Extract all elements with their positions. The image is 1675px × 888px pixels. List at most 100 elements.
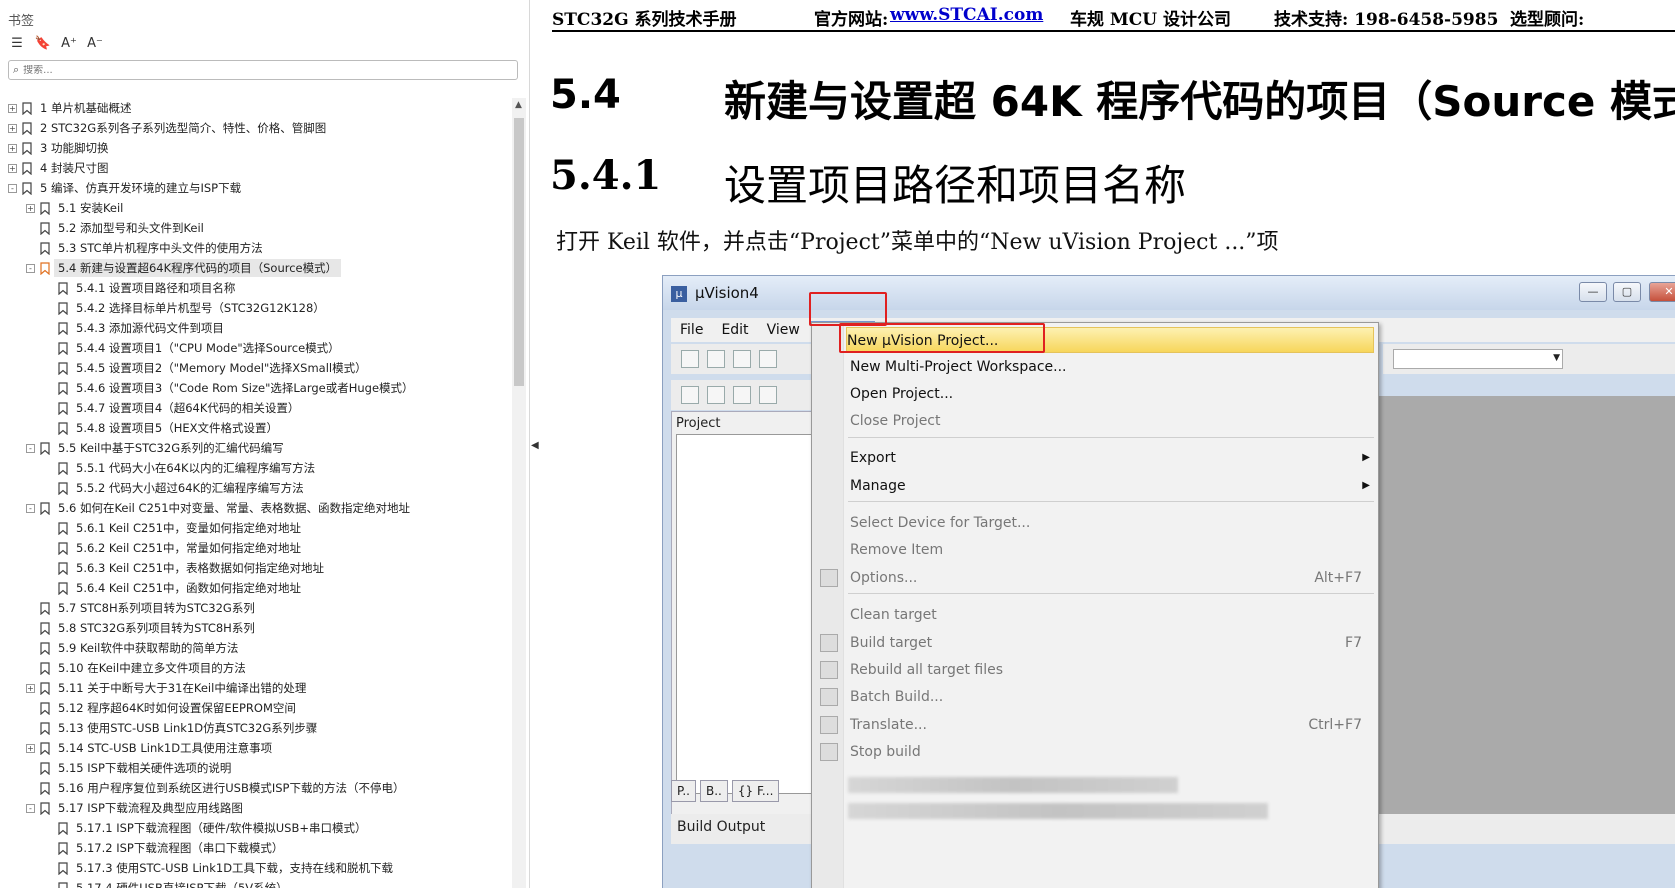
menu-item-stop-build[interactable]: Stop build	[850, 739, 1378, 765]
translate-icon[interactable]	[681, 386, 699, 404]
bookmark-item[interactable]: +5.14 STC-USB Link1D工具使用注意事项	[0, 738, 510, 758]
bookmark-item[interactable]: 5.5.1 代码大小在64K以内的汇编程序编写方法	[0, 458, 510, 478]
collapse-sidebar-icon[interactable]: ◀	[531, 440, 539, 451]
bookmark-item[interactable]: 5.16 用户程序复位到系统区进行USB模式ISP下载的方法（不停电）	[0, 778, 510, 798]
expand-icon[interactable]: +	[8, 143, 17, 153]
bookmark-item[interactable]: 5.4.2 选择目标单片机型号（STC32G12K128）	[0, 298, 510, 318]
bookmark-item[interactable]: 5.4.7 设置项目4（超64K代码的相关设置）	[0, 398, 510, 418]
menu-item-build-target[interactable]: Build target F7	[850, 630, 1378, 656]
bookmark-item[interactable]: +1 单片机基础概述	[0, 98, 510, 118]
bookmark-item[interactable]: 5.4.6 设置项目3（"Code Rom Size"选择Large或者Huge…	[0, 378, 510, 398]
menu-item-translate[interactable]: Translate... Ctrl+F7	[850, 712, 1378, 738]
bookmark-item[interactable]: +2 STC32G系列各子系列选型简介、特性、价格、管脚图	[0, 118, 510, 138]
new-file-icon[interactable]	[681, 350, 699, 368]
target-dropdown[interactable]: ▼	[1393, 349, 1563, 369]
bookmark-item[interactable]: 5.4.4 设置项目1（"CPU Mode"选择Source模式）	[0, 338, 510, 358]
bookmark-search[interactable]: ⌕	[8, 60, 518, 80]
collapse-icon[interactable]: -	[26, 803, 35, 813]
bookmark-item[interactable]: - 5.5 Keil中基于STC32G系列的汇编代码编写	[0, 438, 510, 458]
menu-item-close-project[interactable]: Close Project	[850, 408, 1378, 434]
bookmark-item[interactable]: 5.4.8 设置项目5（HEX文件格式设置）	[0, 418, 510, 438]
bookmark-item[interactable]: 5.7 STC8H系列项目转为STC32G系列	[0, 598, 510, 618]
menu-item-remove-item[interactable]: Remove Item	[850, 537, 1378, 563]
build-icon[interactable]	[707, 386, 725, 404]
bookmark-item[interactable]: - 5.4 新建与设置超64K程序代码的项目（Source模式）	[0, 258, 510, 278]
bookmark-item[interactable]: 5.17.1 ISP下载流程图（硬件/软件模拟USB+串口模式）	[0, 818, 510, 838]
font-decrease-icon[interactable]: A⁻	[86, 34, 104, 52]
bookmark-item[interactable]: 5.4.3 添加源代码文件到项目	[0, 318, 510, 338]
bookmark-item[interactable]: 5.6.1 Keil C251中，变量如何指定绝对地址	[0, 518, 510, 538]
tab-books[interactable]: B..	[700, 780, 728, 802]
bookmark-item[interactable]: +5.1 安装Keil	[0, 198, 510, 218]
save-icon[interactable]	[733, 350, 751, 368]
bookmark-item[interactable]: 5.17.4 硬件USB直接ISP下载（5V系统）	[0, 878, 510, 888]
bookmark-item[interactable]: 5.6.4 Keil C251中，函数如何指定绝对地址	[0, 578, 510, 598]
intro-paragraph: 打开 Keil 软件，并点击“Project”菜单中的“New uVision …	[556, 230, 1279, 255]
collapse-icon[interactable]: -	[26, 443, 35, 453]
expand-icon[interactable]: +	[8, 103, 17, 113]
close-icon[interactable]: ✕	[1649, 282, 1675, 302]
sidebar-scrollbar[interactable]: ▲	[512, 98, 526, 888]
bookmark-label: 5.5 Keil中基于STC32G系列的汇编代码编写	[58, 441, 284, 455]
bookmark-item[interactable]: 5.6.2 Keil C251中，常量如何指定绝对地址	[0, 538, 510, 558]
tab-project[interactable]: P..	[671, 780, 696, 802]
collapse-icon[interactable]: -	[26, 263, 35, 273]
collapse-icon[interactable]: -	[26, 503, 35, 513]
menu-item-batch-build[interactable]: Batch Build...	[850, 684, 1378, 710]
menu-item-select-device-for-target[interactable]: Select Device for Target...	[850, 510, 1378, 536]
rebuild-icon[interactable]	[733, 386, 751, 404]
collapse-icon[interactable]: -	[8, 183, 17, 193]
minimize-icon[interactable]: —	[1579, 282, 1607, 302]
bookmark-item[interactable]: 5.15 ISP下载相关硬件选项的说明	[0, 758, 510, 778]
bookmark-item[interactable]: 5.12 程序超64K时如何设置保留EEPROM空间	[0, 698, 510, 718]
bookmark-item[interactable]: - 5.6 如何在Keil C251中对变量、常量、表格数据、函数指定绝对地址	[0, 498, 510, 518]
bookmark-item[interactable]: 5.3 STC单片机程序中头文件的使用方法	[0, 238, 510, 258]
expand-icon[interactable]: +	[8, 123, 17, 133]
tab-functions[interactable]: {} F...	[731, 780, 780, 802]
bookmark-item[interactable]: 5.8 STC32G系列项目转为STC8H系列	[0, 618, 510, 638]
save-all-icon[interactable]	[759, 350, 777, 368]
menu-item-rebuild-all-target-files[interactable]: Rebuild all target files	[850, 657, 1378, 683]
scroll-up-icon[interactable]: ▲	[515, 100, 522, 110]
header-site-link[interactable]: www.STCAI.com	[890, 5, 1043, 25]
bookmark-item[interactable]: 5.4.5 设置项目2（"Memory Model"选择XSmall模式）	[0, 358, 510, 378]
open-folder-icon[interactable]	[707, 350, 725, 368]
menu-item-open-project[interactable]: Open Project...	[850, 381, 1378, 407]
bookmark-item[interactable]: +5.11 关于中断号大于31在Keil中编译出错的处理	[0, 678, 510, 698]
add-bookmark-icon[interactable]: 🔖	[34, 34, 52, 52]
list-view-icon[interactable]: ☰	[8, 34, 26, 52]
maximize-icon[interactable]: ▢	[1613, 282, 1641, 302]
bookmark-item[interactable]: 5.9 Keil软件中获取帮助的简单方法	[0, 638, 510, 658]
menu-item-export[interactable]: Export ▶	[850, 445, 1378, 471]
menu-item-new-multi-project-workspace[interactable]: New Multi-Project Workspace...	[850, 354, 1378, 380]
bookmark-item[interactable]: 5.17.2 ISP下载流程图（串口下载模式）	[0, 838, 510, 858]
menu-edit[interactable]: Edit	[712, 322, 757, 338]
menu-item-manage[interactable]: Manage ▶	[850, 473, 1378, 499]
bookmark-tree: +1 单片机基础概述 +2 STC32G系列各子系列选型简介、特性、价格、管脚图 +…	[0, 98, 510, 888]
bookmark-item[interactable]: 5.17.3 使用STC-USB Link1D工具下载，支持在线和脱机下载	[0, 858, 510, 878]
menu-item-options[interactable]: Options... Alt+F7	[850, 565, 1378, 591]
expand-icon[interactable]: +	[26, 683, 35, 693]
project-tree-area[interactable]	[676, 434, 816, 794]
bookmark-item[interactable]: +3 功能脚切换	[0, 138, 510, 158]
bookmark-icon	[58, 401, 68, 415]
menu-file[interactable]: File	[671, 322, 712, 338]
bookmark-item[interactable]: 5.6.3 Keil C251中，表格数据如何指定绝对地址	[0, 558, 510, 578]
font-increase-icon[interactable]: A⁺	[60, 34, 78, 52]
scroll-thumb[interactable]	[514, 118, 524, 386]
bookmark-item[interactable]: 5.13 使用STC-USB Link1D仿真STC32G系列步骤	[0, 718, 510, 738]
expand-icon[interactable]: +	[8, 163, 17, 173]
menu-item-clean-target[interactable]: Clean target	[850, 602, 1378, 628]
expand-icon[interactable]: +	[26, 743, 35, 753]
bookmark-item[interactable]: - 5.17 ISP下载流程及典型应用线路图	[0, 798, 510, 818]
bookmark-item[interactable]: 5.2 添加型号和头文件到Keil	[0, 218, 510, 238]
bookmark-item[interactable]: 5.4.1 设置项目路径和项目名称	[0, 278, 510, 298]
expand-icon[interactable]: +	[26, 203, 35, 213]
search-input[interactable]	[23, 64, 504, 76]
menu-view[interactable]: View	[758, 322, 809, 338]
batch-build-icon[interactable]	[759, 386, 777, 404]
bookmark-item[interactable]: - 5 编译、仿真开发环境的建立与ISP下载	[0, 178, 510, 198]
bookmark-item[interactable]: +4 封装尺寸图	[0, 158, 510, 178]
bookmark-item[interactable]: 5.10 在Keil中建立多文件项目的方法	[0, 658, 510, 678]
bookmark-item[interactable]: 5.5.2 代码大小超过64K的汇编程序编写方法	[0, 478, 510, 498]
